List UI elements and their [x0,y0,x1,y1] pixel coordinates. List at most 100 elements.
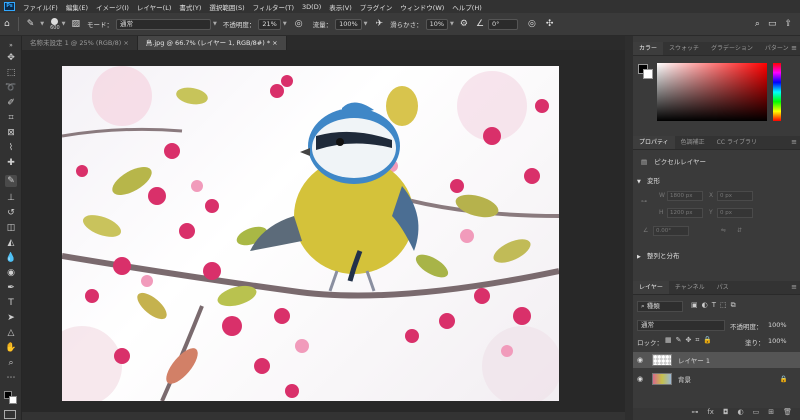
tab-color[interactable]: カラー [633,42,664,55]
layer-row[interactable]: ◉ レイヤー 1 [633,352,800,368]
airbrush-icon[interactable]: ✈ [376,19,384,29]
filter-smart-object-icon[interactable]: ⧉ [731,301,740,309]
trash-icon[interactable]: 🗑 [783,408,792,420]
filter-shape-icon[interactable]: ⬚ [720,301,731,309]
x-field[interactable]: 0 px [717,191,753,201]
chevron-down-icon[interactable]: ▼ [213,21,217,27]
mode-select[interactable]: 通常 [116,18,212,30]
height-field[interactable]: 1200 px [667,208,703,218]
tab-adjustments[interactable]: 色調補正 [675,136,711,149]
close-icon[interactable]: × [123,39,128,47]
brush-tool-icon[interactable]: ✎ [27,19,35,29]
tab-paths[interactable]: パス [711,281,735,294]
filter-type-icon[interactable]: T [712,301,720,309]
menu-filter[interactable]: フィルター(T) [249,2,298,12]
align-section[interactable]: ▶ 整列と分布 [637,250,679,260]
filter-adjustment-icon[interactable]: ◐ [702,301,712,309]
tab-channels[interactable]: チャンネル [669,281,711,294]
quick-select-tool-icon[interactable]: ✐ [5,97,17,109]
symmetry-icon[interactable]: ✣ [546,19,554,29]
paint-bucket-tool-icon[interactable]: ◭ [5,237,17,249]
layer-filter-select[interactable]: ⌕ 種類 [637,301,683,312]
chevron-down-icon[interactable]: ▼ [40,21,44,27]
shape-tool-icon[interactable]: △ [5,327,17,339]
background-color-swatch[interactable] [9,396,17,404]
home-icon[interactable]: ⌂ [4,19,10,29]
panel-menu-icon[interactable]: ≡ [791,138,797,146]
healing-brush-tool-icon[interactable]: ✚ [5,157,17,169]
link-layers-icon[interactable]: ⊶ [691,408,698,420]
lasso-tool-icon[interactable]: ➰ [5,82,17,94]
clone-stamp-tool-icon[interactable]: ⊥ [5,192,17,204]
pen-tool-icon[interactable]: ✒ [5,282,17,294]
smoothing-input[interactable]: 10% [425,18,449,30]
doc-tab-bird[interactable]: 鳥.jpg @ 66.7% (レイヤー 1, RGB/8#) * × [137,36,287,50]
blend-mode-select[interactable]: 通常 [637,320,725,331]
menu-window[interactable]: ウィンドウ(W) [396,2,448,12]
chevron-right-icon[interactable]: ▶ [637,254,641,260]
doc-tab-untitled[interactable]: 名称未設定 1 @ 25% (RGB/8) × [22,36,138,50]
dodge-tool-icon[interactable]: ◉ [5,267,17,279]
toolbar-collapse-icon[interactable]: » [5,40,17,52]
tab-layers[interactable]: レイヤー [633,281,669,294]
history-brush-tool-icon[interactable]: ↺ [5,207,17,219]
y-field[interactable]: 0 px [717,208,753,218]
frame-tool-icon[interactable]: ⊠ [5,127,17,139]
chevron-down-icon[interactable]: ▼ [62,21,66,27]
search-icon[interactable]: ⌕ [755,19,760,29]
visibility-eye-icon[interactable]: ◉ [637,375,647,383]
eyedropper-tool-icon[interactable]: ⌇ [5,142,17,154]
flip-vertical-icon[interactable]: ⇵ [737,227,742,234]
panel-menu-icon[interactable]: ≡ [791,44,797,52]
menu-layer[interactable]: レイヤー(L) [133,2,176,12]
color-field[interactable] [657,63,767,121]
close-icon[interactable]: × [272,39,277,47]
transform-section[interactable]: ▼ 変形 [637,175,660,185]
panel-menu-icon[interactable]: ≡ [791,283,797,291]
menu-help[interactable]: ヘルプ(H) [448,2,485,12]
angle-input[interactable]: 0° [488,18,519,30]
tab-gradients[interactable]: グラデーション [705,42,759,55]
tab-properties[interactable]: プロパティ [633,136,675,149]
color-background-swatch[interactable] [643,69,653,79]
gear-icon[interactable]: ⚙ [460,19,468,29]
pressure-size-icon[interactable]: ◎ [528,19,536,29]
adjustment-layer-icon[interactable]: ◐ [738,408,744,420]
link-icon[interactable]: ⊶ [641,198,647,205]
path-selection-tool-icon[interactable]: ➤ [5,312,17,324]
brush-settings-icon[interactable]: ▨ [72,19,81,29]
marquee-tool-icon[interactable]: ⬚ [5,67,17,79]
new-group-icon[interactable]: ▭ [753,408,760,420]
collapsed-panel-strip[interactable] [625,36,633,420]
fill-value[interactable]: 100% [768,337,787,345]
menu-select[interactable]: 選択範囲(S) [205,2,248,12]
menu-edit[interactable]: 編集(E) [62,2,92,12]
zoom-tool-icon[interactable]: ⌕ [5,357,17,369]
chevron-down-icon[interactable]: ▼ [450,21,454,27]
fx-icon[interactable]: fx [707,408,714,420]
width-field[interactable]: 1800 px [667,191,703,201]
move-tool-icon[interactable]: ✥ [5,52,17,64]
menu-plugins[interactable]: プラグイン [356,2,397,12]
layer-row[interactable]: ◉ 背景 🔒 [633,371,800,387]
tab-swatches[interactable]: スウォッチ [663,42,705,55]
chevron-down-icon[interactable]: ▼ [364,21,368,27]
blur-tool-icon[interactable]: 💧 [5,252,17,264]
quick-mask-icon[interactable] [4,410,16,419]
tab-patterns[interactable]: パターン [759,42,795,55]
brush-tool-icon[interactable]: ✎ [5,175,17,187]
lock-icons[interactable]: ▦✎✥⌗🔒 [665,336,716,345]
menu-image[interactable]: イメージ(I) [92,2,133,12]
pressure-opacity-icon[interactable]: ◎ [295,19,303,29]
chevron-down-icon[interactable]: ▼ [637,179,641,185]
hue-slider[interactable] [773,63,781,121]
layer-opacity-value[interactable]: 100% [768,321,787,329]
share-icon[interactable]: ⇪ [784,19,792,29]
menu-view[interactable]: 表示(V) [325,2,356,12]
filter-pixel-icon[interactable]: ▣ [691,301,702,309]
hand-tool-icon[interactable]: ✋ [5,342,17,354]
brush-preset-picker[interactable]: 600 [50,17,60,31]
new-layer-icon[interactable]: ⊞ [768,408,774,420]
visibility-eye-icon[interactable]: ◉ [637,356,647,364]
flow-input[interactable]: 100% [335,18,362,30]
